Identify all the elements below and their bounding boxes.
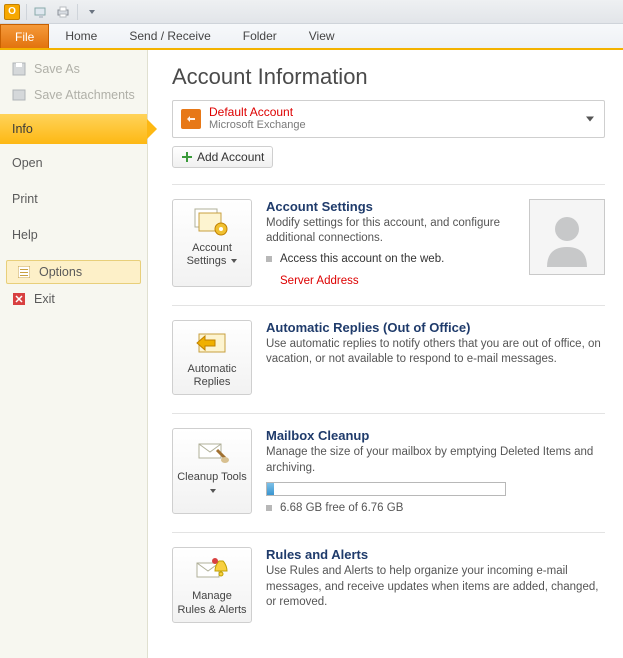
account-settings-title: Account Settings [266,199,519,214]
qat-send-receive-icon[interactable] [33,4,49,20]
add-account-label: Add Account [197,150,264,164]
exit-icon [12,292,26,306]
bullet-icon [266,505,272,511]
automatic-replies-body: Automatic Replies (Out of Office) Use au… [266,320,605,396]
account-name: Default Account [209,105,306,119]
manage-rules-button[interactable]: Manage Rules & Alerts [172,547,252,623]
server-address: Server Address [280,275,359,287]
nav-help[interactable]: Help [0,222,147,248]
qat-separator-2 [77,4,78,20]
section-automatic-replies: Automatic Replies Automatic Replies (Out… [172,305,605,396]
nav-exit[interactable]: Exit [0,286,147,312]
storage-text: 6.68 GB free of 6.76 GB [280,502,403,514]
account-settings-body: Account Settings Modify settings for thi… [266,199,605,287]
rules-alerts-desc: Use Rules and Alerts to help organize yo… [266,564,605,611]
avatar [529,199,605,275]
account-settings-btn-label: Account Settings [187,242,232,268]
qat-separator [26,4,27,20]
automatic-replies-btn-label: Automatic Replies [188,363,237,389]
exchange-icon [181,109,201,129]
cleanup-tools-icon [192,435,232,467]
mailbox-cleanup-desc: Manage the size of your mailbox by empty… [266,445,605,476]
access-web-text: Access this account on the web. [280,253,444,265]
mailbox-progress [266,482,506,496]
mailbox-cleanup-title: Mailbox Cleanup [266,428,605,443]
nav-exit-label: Exit [34,292,55,306]
cleanup-tools-btn-label: Cleanup Tools [177,471,247,483]
nav-info-label: Info [12,122,33,136]
save-icon [12,62,26,76]
mailbox-cleanup-body: Mailbox Cleanup Manage the size of your … [266,428,605,514]
chevron-down-icon [210,489,216,493]
cleanup-tools-button[interactable]: Cleanup Tools [172,428,252,514]
attachment-icon [12,88,26,102]
nav-help-label: Help [12,228,38,242]
section-rules-alerts: Manage Rules & Alerts Rules and Alerts U… [172,532,605,623]
tab-view[interactable]: View [293,24,351,48]
add-account-button[interactable]: Add Account [172,146,273,168]
automatic-replies-icon [192,327,232,359]
nav-save-as: Save As [0,56,147,82]
nav-open[interactable]: Open [0,150,147,176]
options-icon [17,265,31,279]
tab-file[interactable]: File [0,24,49,48]
title-bar: O [0,0,623,24]
backstage-nav: Save As Save Attachments Info Open Print… [0,50,148,658]
chevron-down-icon [586,116,594,121]
plus-icon [181,151,193,163]
account-settings-button[interactable]: Account Settings [172,199,252,287]
page-title: Account Information [172,64,605,90]
nav-save-as-label: Save As [34,62,80,76]
nav-info[interactable]: Info [0,114,147,144]
automatic-replies-title: Automatic Replies (Out of Office) [266,320,605,335]
bullet-icon [266,256,272,262]
main-content: Account Information Default Account Micr… [148,50,623,658]
qat-dropdown-icon[interactable] [84,4,100,20]
rules-alerts-icon [192,554,232,586]
storage-info: 6.68 GB free of 6.76 GB [266,502,605,514]
nav-save-attachments-label: Save Attachments [34,88,135,102]
nav-options[interactable]: Options [6,260,141,284]
rules-alerts-title: Rules and Alerts [266,547,605,562]
body: Save As Save Attachments Info Open Print… [0,50,623,658]
automatic-replies-desc: Use automatic replies to notify others t… [266,337,605,368]
rules-alerts-body: Rules and Alerts Use Rules and Alerts to… [266,547,605,623]
account-settings-bullet: Access this account on the web. Server A… [266,253,519,287]
account-settings-desc: Modify settings for this account, and co… [266,216,519,247]
tab-send-receive[interactable]: Send / Receive [113,24,226,48]
chevron-down-icon [231,259,237,263]
account-text: Default Account Microsoft Exchange [209,105,306,133]
tab-home[interactable]: Home [49,24,113,48]
mailbox-progress-fill [267,483,274,495]
section-account-settings: Account Settings Account Settings Modify… [172,184,605,287]
account-selector[interactable]: Default Account Microsoft Exchange [172,100,605,138]
qat-print-icon[interactable] [55,4,71,20]
nav-options-label: Options [39,265,82,279]
nav-print-label: Print [12,192,38,206]
app-icon: O [4,4,20,20]
nav-print[interactable]: Print [0,186,147,212]
ribbon-tabs: File Home Send / Receive Folder View [0,24,623,50]
nav-open-label: Open [12,156,43,170]
tab-folder[interactable]: Folder [227,24,293,48]
account-settings-icon [192,206,232,238]
nav-save-attachments: Save Attachments [0,82,147,108]
account-type: Microsoft Exchange [209,119,306,132]
section-mailbox-cleanup: Cleanup Tools Mailbox Cleanup Manage the… [172,413,605,514]
automatic-replies-button[interactable]: Automatic Replies [172,320,252,396]
manage-rules-btn-label: Manage Rules & Alerts [177,590,246,616]
